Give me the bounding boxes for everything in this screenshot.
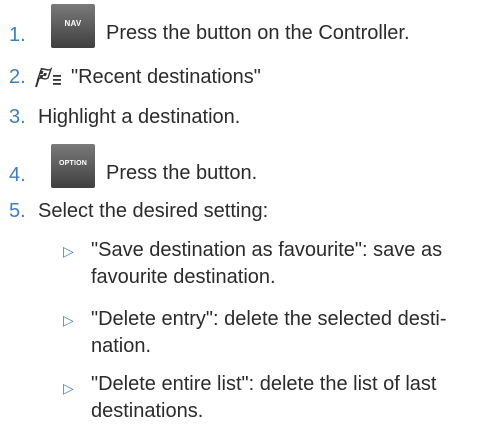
step-number: 1.: [9, 24, 26, 46]
bullet-icon: ▷: [63, 312, 74, 328]
step-number: 4.: [9, 164, 26, 186]
option-item: "Delete entire list": delete the list of…: [91, 373, 437, 422]
bullet-icon: ▷: [63, 380, 74, 396]
step-text: "Recent destinations": [71, 66, 261, 88]
step-text: Highlight a destination.: [38, 106, 241, 128]
option-button-icon: OPTION: [51, 144, 95, 188]
step-2: 2. "Recent destinations": [0, 64, 261, 90]
step-3: 3. Highlight a destination.: [0, 104, 240, 130]
step-number: 3.: [9, 106, 26, 128]
option-item: "Save destination as favourite": save as…: [91, 239, 443, 288]
step-number: 2.: [9, 66, 26, 88]
step-4: 4. OPTION Press the button.: [0, 144, 257, 188]
step-text: Select the desired setting:: [38, 200, 269, 222]
step-text: Press the button on the Controller.: [106, 22, 410, 44]
bullet-icon: ▷: [63, 243, 74, 259]
nav-button-icon: NAV: [51, 4, 95, 48]
step-number: 5.: [9, 200, 26, 222]
step-1: 1. NAV Press the button on the Controlle…: [0, 4, 410, 48]
navigation-flag-menu-icon: [33, 65, 63, 89]
step-text: Press the button.: [106, 162, 258, 184]
step-5: 5. Select the desired setting:: [0, 198, 268, 224]
option-item: "Delete entry": delete the selected dest…: [91, 308, 447, 357]
